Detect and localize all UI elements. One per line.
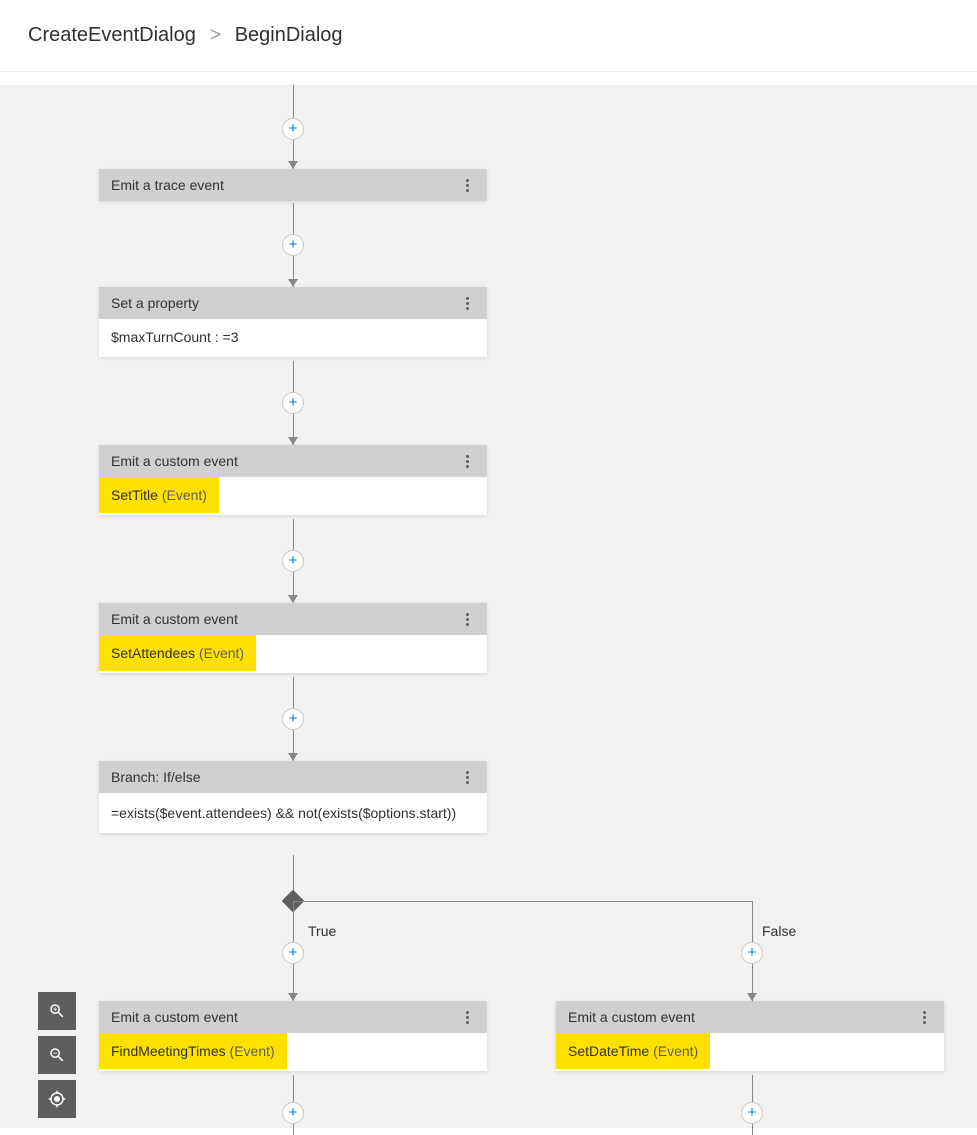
node-title: Set a property xyxy=(111,295,199,311)
add-step-button[interactable]: + xyxy=(282,118,304,140)
branch-false-label: False xyxy=(762,923,796,939)
event-name: SetDateTime xyxy=(568,1043,649,1059)
add-step-button[interactable]: + xyxy=(282,708,304,730)
node-header: Emit a custom event xyxy=(99,603,487,635)
zoom-in-icon xyxy=(48,1002,66,1020)
node-title: Emit a trace event xyxy=(111,177,224,193)
arrow-down-icon xyxy=(288,437,298,445)
arrow-down-icon xyxy=(288,279,298,287)
node-body: $maxTurnCount : =3 xyxy=(99,319,487,357)
node-body: =exists($event.attendees) && not(exists(… xyxy=(99,793,487,833)
step-emit-custom-event-findmeetingtimes[interactable]: Emit a custom event FindMeetingTimes (Ev… xyxy=(99,1001,487,1071)
step-emit-custom-event-setattendees[interactable]: Emit a custom event SetAttendees (Event) xyxy=(99,603,487,673)
property-expression: $maxTurnCount : =3 xyxy=(111,329,239,345)
recenter-button[interactable] xyxy=(38,1080,76,1118)
event-suffix: (Event) xyxy=(653,1043,698,1059)
node-header: Set a property xyxy=(99,287,487,319)
add-step-button[interactable]: + xyxy=(282,942,304,964)
node-body: SetDateTime (Event) xyxy=(556,1033,944,1071)
arrow-down-icon xyxy=(747,993,757,1001)
node-body: SetAttendees (Event) xyxy=(99,635,487,673)
event-tag: SetAttendees (Event) xyxy=(99,635,256,671)
step-branch-if-else[interactable]: Branch: If/else =exists($event.attendees… xyxy=(99,761,487,833)
arrow-down-icon xyxy=(288,595,298,603)
breadcrumb-current: BeginDialog xyxy=(235,24,343,46)
node-body: FindMeetingTimes (Event) xyxy=(99,1033,487,1071)
add-step-button[interactable]: + xyxy=(741,1102,763,1124)
flow-canvas[interactable]: + Emit a trace event + Set a property $m… xyxy=(0,85,977,1128)
zoom-in-button[interactable] xyxy=(38,992,76,1030)
arrow-down-icon xyxy=(288,753,298,761)
breadcrumb-parent[interactable]: CreateEventDialog xyxy=(28,24,196,46)
zoom-out-icon xyxy=(48,1046,66,1064)
event-tag: SetDateTime (Event) xyxy=(556,1033,710,1069)
node-header: Emit a custom event xyxy=(99,445,487,477)
node-header: Branch: If/else xyxy=(99,761,487,793)
arrow-down-icon xyxy=(288,161,298,169)
more-icon[interactable] xyxy=(459,177,475,193)
breadcrumb: CreateEventDialog > BeginDialog xyxy=(0,0,977,72)
event-suffix: (Event) xyxy=(199,645,244,661)
event-tag: SetTitle (Event) xyxy=(99,477,219,513)
branch-condition: =exists($event.attendees) && not(exists(… xyxy=(111,805,456,821)
more-icon[interactable] xyxy=(916,1009,932,1025)
node-header: Emit a trace event xyxy=(99,169,487,201)
branch-true-label: True xyxy=(308,923,336,939)
node-title: Emit a custom event xyxy=(111,1009,238,1025)
more-icon[interactable] xyxy=(459,295,475,311)
arrow-down-icon xyxy=(288,993,298,1001)
node-header: Emit a custom event xyxy=(99,1001,487,1033)
event-tag: FindMeetingTimes (Event) xyxy=(99,1033,287,1069)
add-step-button[interactable]: + xyxy=(282,234,304,256)
step-emit-custom-event-setdatetime[interactable]: Emit a custom event SetDateTime (Event) xyxy=(556,1001,944,1071)
chevron-right-icon: > xyxy=(209,24,221,46)
event-suffix: (Event) xyxy=(162,487,207,503)
node-title: Branch: If/else xyxy=(111,769,201,785)
node-title: Emit a custom event xyxy=(568,1009,695,1025)
event-name: FindMeetingTimes xyxy=(111,1043,226,1059)
step-set-property[interactable]: Set a property $maxTurnCount : =3 xyxy=(99,287,487,357)
connector xyxy=(293,901,752,902)
add-step-button[interactable]: + xyxy=(282,550,304,572)
step-emit-trace-event[interactable]: Emit a trace event xyxy=(99,169,487,201)
crosshair-icon xyxy=(48,1090,66,1108)
more-icon[interactable] xyxy=(459,769,475,785)
more-icon[interactable] xyxy=(459,1009,475,1025)
add-step-button[interactable]: + xyxy=(282,1102,304,1124)
step-emit-custom-event-settitle[interactable]: Emit a custom event SetTitle (Event) xyxy=(99,445,487,515)
more-icon[interactable] xyxy=(459,453,475,469)
node-body: SetTitle (Event) xyxy=(99,477,487,515)
canvas-toolbar xyxy=(38,992,76,1118)
node-header: Emit a custom event xyxy=(556,1001,944,1033)
node-title: Emit a custom event xyxy=(111,453,238,469)
event-name: SetTitle xyxy=(111,487,158,503)
event-suffix: (Event) xyxy=(230,1043,275,1059)
add-step-button[interactable]: + xyxy=(282,392,304,414)
event-name: SetAttendees xyxy=(111,645,195,661)
node-title: Emit a custom event xyxy=(111,611,238,627)
more-icon[interactable] xyxy=(459,611,475,627)
add-step-button[interactable]: + xyxy=(741,942,763,964)
zoom-out-button[interactable] xyxy=(38,1036,76,1074)
